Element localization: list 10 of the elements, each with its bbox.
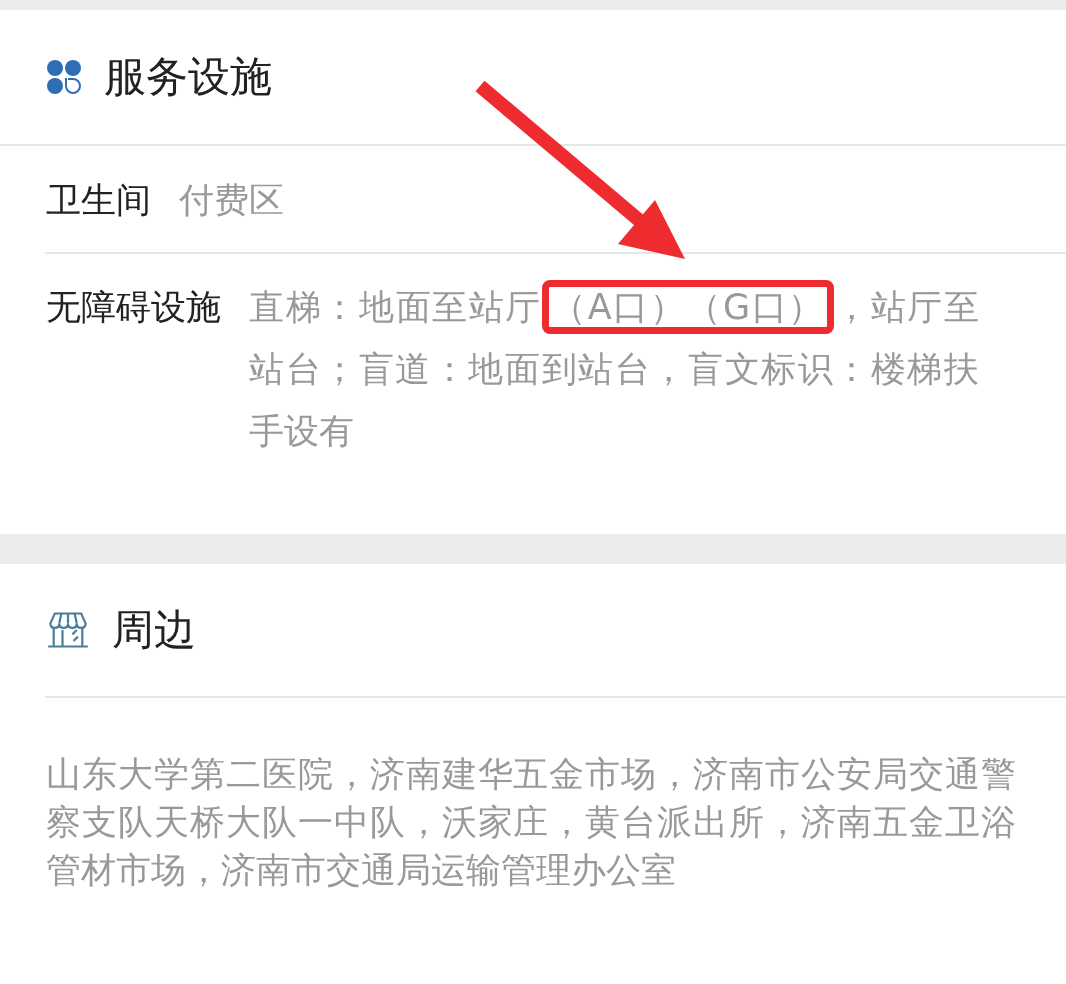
row-value: 付费区: [179, 179, 285, 222]
storefront-icon: [46, 610, 90, 650]
nearby-places-text: 山东大学第二医院，济南建华五金市场，济南市公安局交通警察支队天桥大队一中队，沃家庄，黄台派出所，济南五金卫浴管材市场，济南市交通局运输管理办公室: [45, 753, 1017, 892]
section-title: 服务设施: [104, 51, 272, 103]
row-label: 无障碍设施: [46, 286, 221, 329]
row-label: 卫生间: [46, 179, 151, 222]
clover-icon: [46, 59, 82, 95]
row-value: 直梯：地面至站厅 （A口）（G口） ，站厅至站台；盲道：地面到站台，盲文标识：楼梯扶手设有: [249, 276, 979, 462]
highlight-box: （A口）（G口）: [542, 280, 835, 334]
section-title: 周边: [112, 604, 196, 656]
